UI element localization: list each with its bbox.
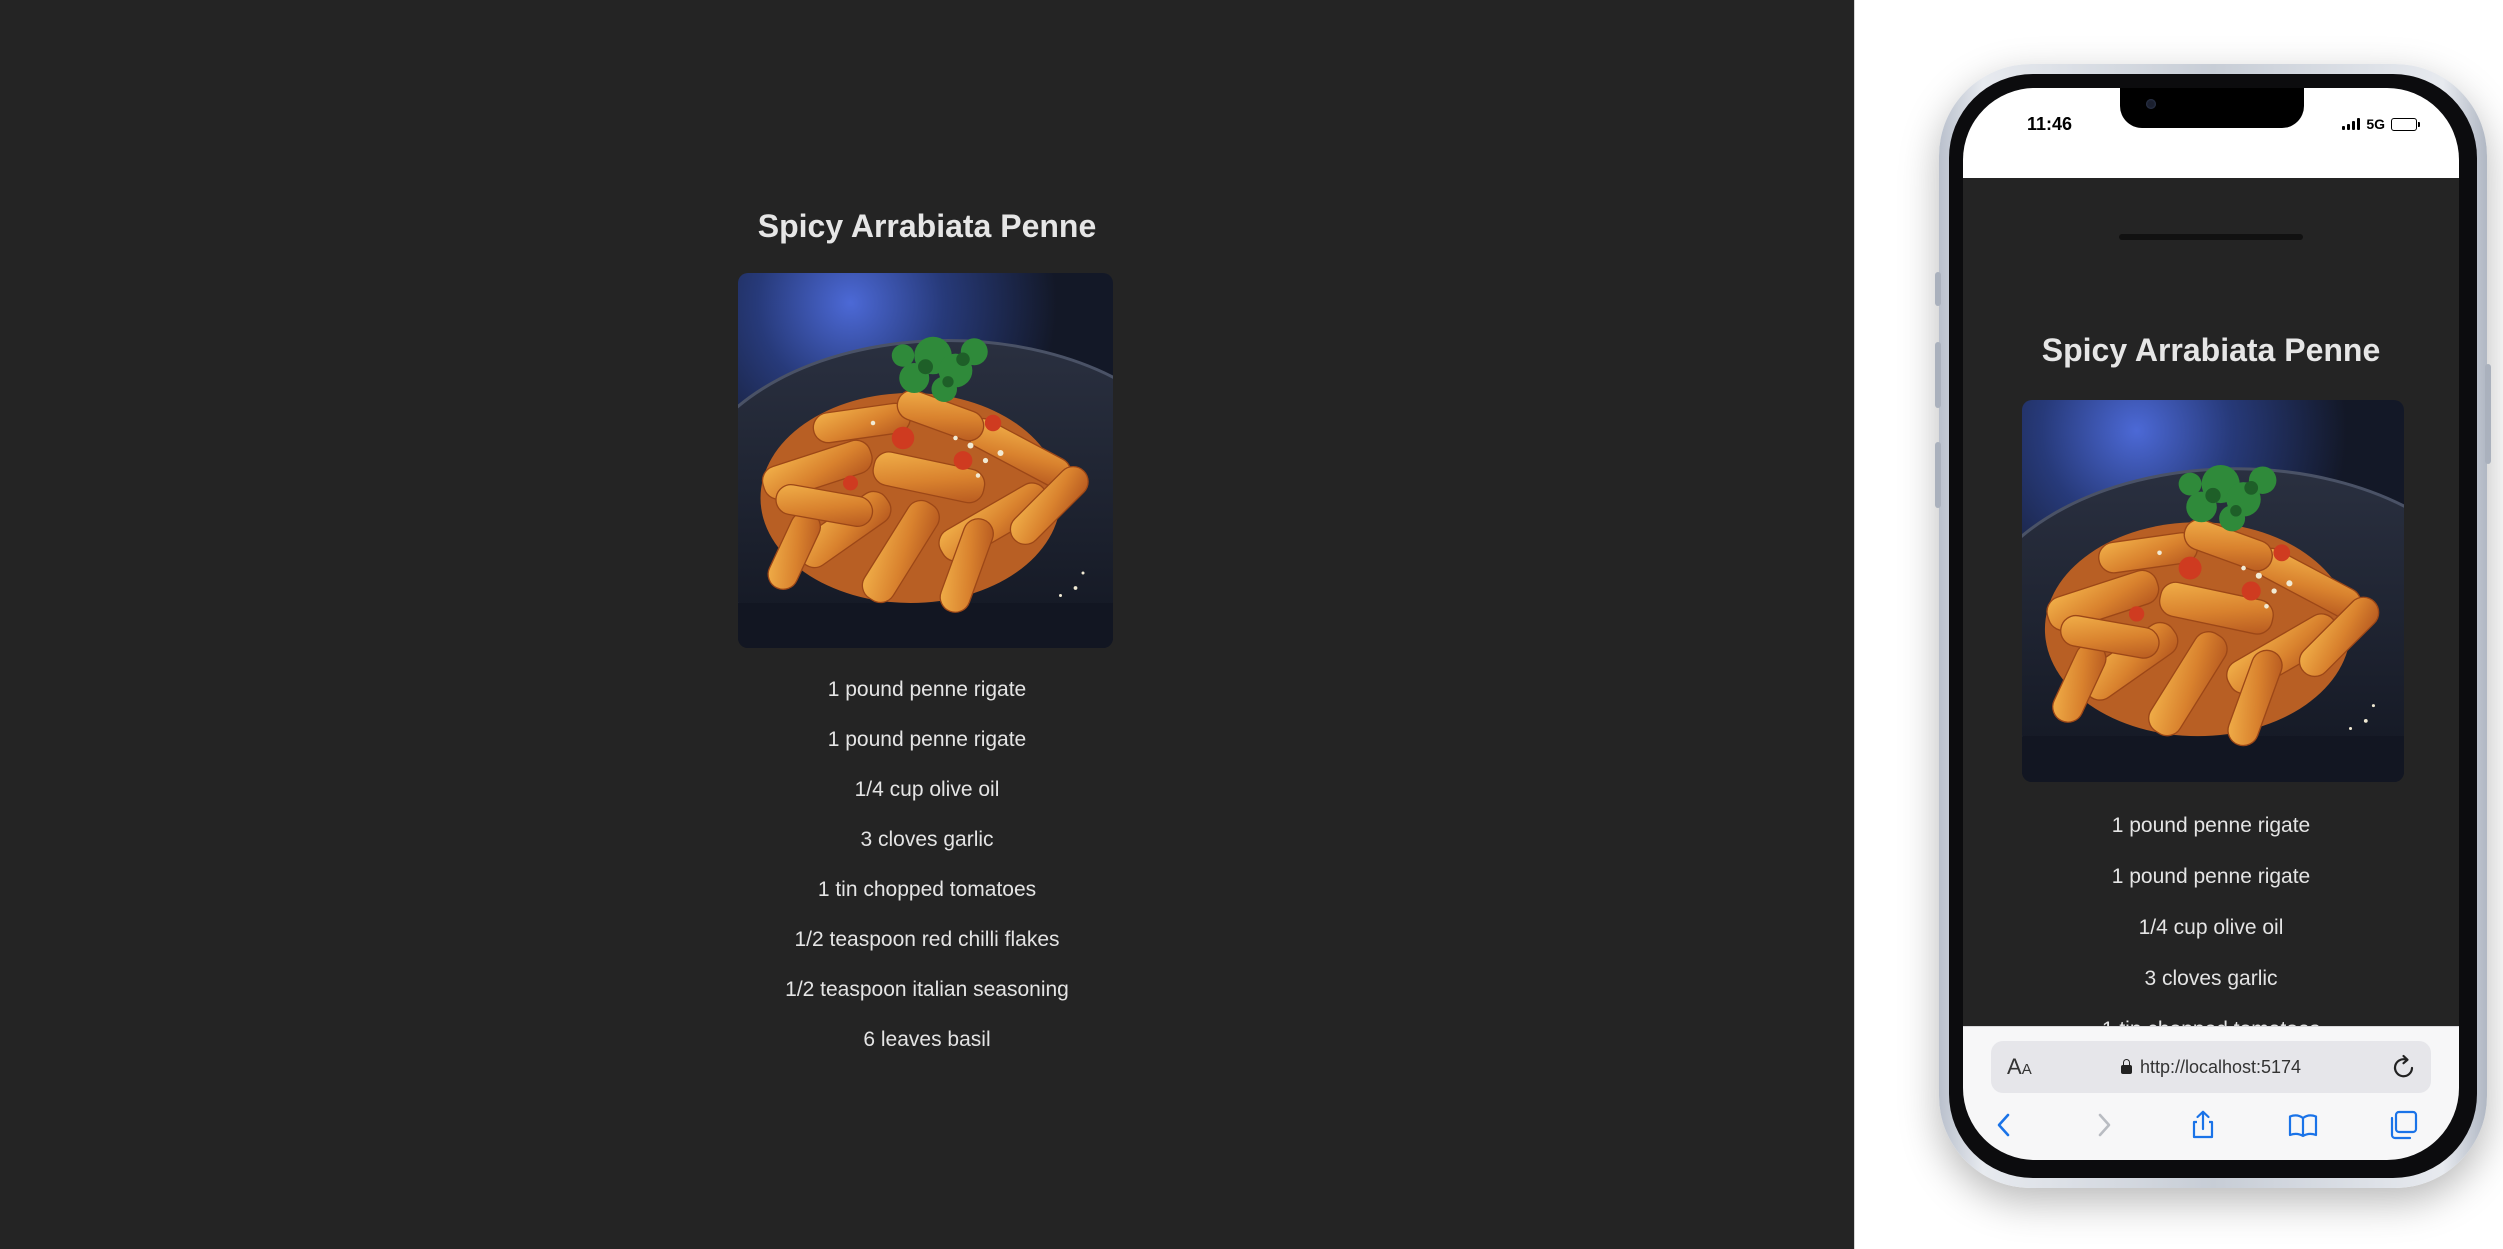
url-text: http://localhost:5174 (2139, 1057, 2302, 1077)
ingredient-item: 1 pound penne rigate (827, 678, 1027, 701)
forward-button[interactable] (2087, 1109, 2119, 1141)
battery-icon (2391, 117, 2420, 131)
home-indicator[interactable] (2119, 234, 2303, 240)
reload-icon[interactable] (2391, 1053, 2417, 1081)
side-button-volume-down (1935, 442, 1941, 508)
ingredient-item: 1/2 teaspoon italian seasoning (785, 978, 1069, 1001)
share-button[interactable] (2187, 1109, 2219, 1141)
recipe-title: Spicy Arrabiata Penne (2041, 332, 2381, 368)
status-indicators: 5G (2342, 114, 2420, 134)
ingredient-item: 6 leaves basil (863, 1028, 991, 1051)
ingredient-item: 1 tin chopped tomatoes (817, 878, 1037, 901)
iphone-frame: 11:46 5G Spicy Arrabiata Penne 1 pound p… (1935, 64, 2491, 1188)
ingredient-item: 1 tin chopped tomatoes (1963, 1014, 2459, 1026)
side-button-volume-up (1935, 342, 1941, 408)
status-time: 11:46 (2027, 114, 2073, 134)
browser-toolbar: AA http://localhost:5174 (1963, 1026, 2459, 1160)
ingredient-item: 1 pound penne rigate (827, 728, 1027, 751)
notch (2120, 88, 2304, 128)
network-type: 5G (2366, 116, 2385, 132)
side-button-power (2485, 364, 2491, 464)
mobile-page-content[interactable]: Spicy Arrabiata Penne 1 pound penne riga… (1963, 178, 2459, 1026)
ingredient-item: 1/4 cup olive oil (854, 778, 1000, 801)
ingredient-list: 1 pound penne rigate 1 pound penne rigat… (1963, 810, 2459, 1026)
tabs-button[interactable] (2387, 1109, 2419, 1141)
recipe-image (2022, 400, 2404, 782)
desktop-preview: Spicy Arrabiata Penne 1 pound penne riga… (0, 0, 1854, 1249)
device-preview-pane: 11:46 5G Spicy Arrabiata Penne 1 pound p… (1854, 0, 2503, 1249)
ingredient-item: 3 cloves garlic (860, 828, 994, 851)
back-button[interactable] (1989, 1109, 2021, 1141)
lock-icon (2120, 1059, 2132, 1074)
side-button-silent (1935, 272, 1941, 306)
ingredient-item: 3 cloves garlic (2144, 967, 2278, 990)
browser-nav-row (1963, 1105, 2459, 1145)
ingredient-item: 1/4 cup olive oil (2138, 916, 2284, 939)
recipe-title: Spicy Arrabiata Penne (757, 208, 1097, 244)
ingredient-item: 1 pound penne rigate (2111, 865, 2311, 888)
recipe-image (738, 273, 1113, 648)
camera-icon (2146, 99, 2156, 109)
status-bar: 11:46 5G (1963, 88, 2459, 178)
ingredient-item: 1/2 teaspoon red chilli flakes (794, 928, 1060, 951)
ingredient-list: 1 pound penne rigate 1 pound penne rigat… (0, 674, 1854, 1074)
phone-screen: 11:46 5G Spicy Arrabiata Penne 1 pound p… (1963, 88, 2459, 1160)
signal-bars-icon (2342, 118, 2361, 130)
address-bar[interactable]: AA http://localhost:5174 (1991, 1041, 2431, 1093)
ingredient-item: 1 pound penne rigate (2111, 814, 2311, 837)
url-display[interactable]: http://localhost:5174 (1991, 1056, 2431, 1078)
bookmarks-button[interactable] (2287, 1109, 2319, 1141)
